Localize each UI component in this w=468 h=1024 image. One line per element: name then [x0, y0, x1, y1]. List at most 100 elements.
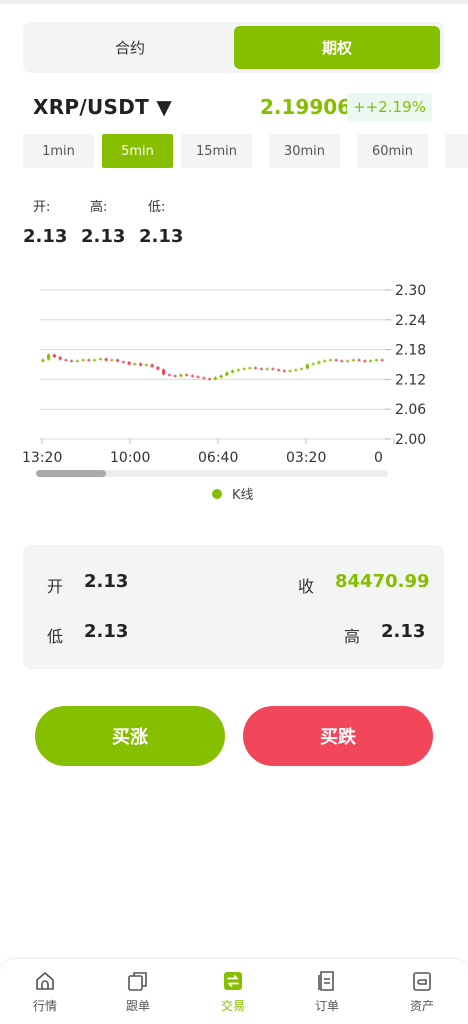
buy-up-button[interactable]: 买涨 [35, 706, 225, 766]
y-tick-label: 2.00 [395, 432, 426, 448]
candle-body [162, 369, 166, 375]
low-label: 低: [148, 200, 166, 215]
tab-trade-label: 交易 [220, 999, 245, 1013]
candle-body [294, 369, 298, 371]
open-value: 2.13 [23, 226, 68, 247]
candle-body [41, 359, 45, 362]
candle-body [369, 360, 373, 362]
high-value: 2.13 [81, 226, 126, 247]
candle-body [213, 377, 217, 380]
y-tick-label: 2.24 [395, 313, 426, 329]
candle-body [98, 358, 102, 360]
candle-body [374, 359, 378, 361]
price-change-badge: ++2.19% [347, 93, 432, 121]
candle-body [225, 372, 229, 376]
timeframe-more[interactable]: 1 [445, 134, 468, 168]
tab-assets-label: 资产 [409, 999, 434, 1013]
timeframe-60min[interactable]: 60min [357, 134, 428, 168]
candle-body [305, 364, 309, 369]
timeframe-30min[interactable]: 30min [269, 134, 340, 168]
candle-body [47, 354, 51, 360]
candle-body [202, 377, 206, 379]
candle-body [110, 359, 114, 361]
summary-close-value: 84470.99 [335, 571, 430, 592]
y-tick-label: 2.06 [395, 402, 426, 418]
candle-body [248, 367, 252, 369]
candle-body [380, 359, 384, 361]
candle-body [271, 368, 275, 370]
bottom-tab-bar: 行情 跟单 交易 订单 资产 [0, 958, 468, 1024]
tab-market-label: 行情 [32, 999, 57, 1013]
copy-icon [128, 972, 147, 991]
candle-body [351, 359, 355, 361]
chart-legend[interactable]: K线 [212, 484, 254, 503]
candle-body [167, 374, 171, 376]
legend-dot-icon [212, 488, 222, 499]
candle-body [317, 361, 321, 364]
top-divider [0, 0, 468, 4]
x-tick-label: 10:00 [110, 450, 150, 466]
document-icon [318, 971, 334, 991]
exchange-icon [224, 972, 242, 990]
candle-body [185, 374, 189, 376]
tab-options[interactable]: 期权 [234, 26, 440, 69]
candle-body [208, 378, 212, 380]
candle-body [340, 360, 344, 362]
candle-body [75, 360, 79, 362]
y-tick-label: 2.12 [395, 372, 426, 388]
candle-body [346, 360, 350, 362]
candle-body [300, 368, 304, 370]
pair-selector[interactable]: XRP/USDT ▼ [33, 95, 172, 119]
candle-body [70, 360, 74, 362]
wallet-icon [413, 972, 431, 991]
y-tick-label: 2.18 [395, 343, 426, 359]
candle-body [150, 364, 154, 367]
candle-body [242, 368, 246, 370]
tab-contract[interactable]: 合约 [27, 26, 233, 69]
candle-body [259, 368, 263, 370]
candle-body [334, 359, 338, 361]
candle-body [311, 363, 315, 365]
candle-body [139, 363, 143, 366]
candle-body [93, 359, 97, 361]
x-tick-label: 13:20 [22, 450, 62, 466]
candle-body [328, 359, 332, 361]
legend-label: K线 [232, 488, 254, 503]
current-price: 2.19906 [260, 95, 352, 119]
y-tick-label: 2.30 [395, 283, 426, 299]
tab-trade[interactable]: 交易 [203, 969, 263, 1019]
contract-type-switch: 合约 期权 [23, 22, 444, 73]
candle-body [104, 358, 108, 361]
candle-body [196, 376, 200, 378]
tab-copy-trade[interactable]: 跟单 [108, 969, 168, 1019]
candle-body [87, 359, 91, 361]
candle-body [179, 374, 183, 377]
summary-low-label: 低 [47, 627, 64, 646]
buy-down-button[interactable]: 买跌 [243, 706, 433, 766]
candle-body [357, 359, 361, 361]
candle-body [282, 370, 286, 372]
timeframe-selector: 1min 5min 15min 30min 60min 1 [23, 134, 468, 168]
candle-body [277, 369, 281, 371]
candle-body [190, 375, 194, 377]
tab-copy-trade-label: 跟单 [125, 999, 150, 1013]
timeframe-15min[interactable]: 15min [181, 134, 252, 168]
summary-low-value: 2.13 [84, 621, 129, 642]
kline-chart[interactable]: 2.30 2.24 2.18 2.12 2.06 2.00 13:20 10:00 06:40 0… [0, 276, 468, 488]
candle-body [173, 375, 177, 377]
chart-scrollbar-thumb[interactable] [36, 470, 106, 477]
tab-market[interactable]: 行情 [15, 969, 75, 1019]
summary-close-label: 收 [298, 577, 315, 596]
x-tick-label: 0 [374, 450, 383, 466]
timeframe-5min[interactable]: 5min [102, 134, 173, 168]
tab-assets[interactable]: 资产 [392, 969, 452, 1019]
candle-body [236, 369, 240, 371]
tab-orders[interactable]: 订单 [297, 969, 357, 1019]
candle-body [64, 359, 68, 361]
candle-body [323, 360, 327, 362]
candle-body [133, 363, 137, 365]
tab-orders-label: 订单 [314, 999, 339, 1013]
timeframe-1min[interactable]: 1min [23, 134, 94, 168]
candle-body [254, 367, 258, 369]
summary-high-label: 高 [344, 627, 361, 646]
